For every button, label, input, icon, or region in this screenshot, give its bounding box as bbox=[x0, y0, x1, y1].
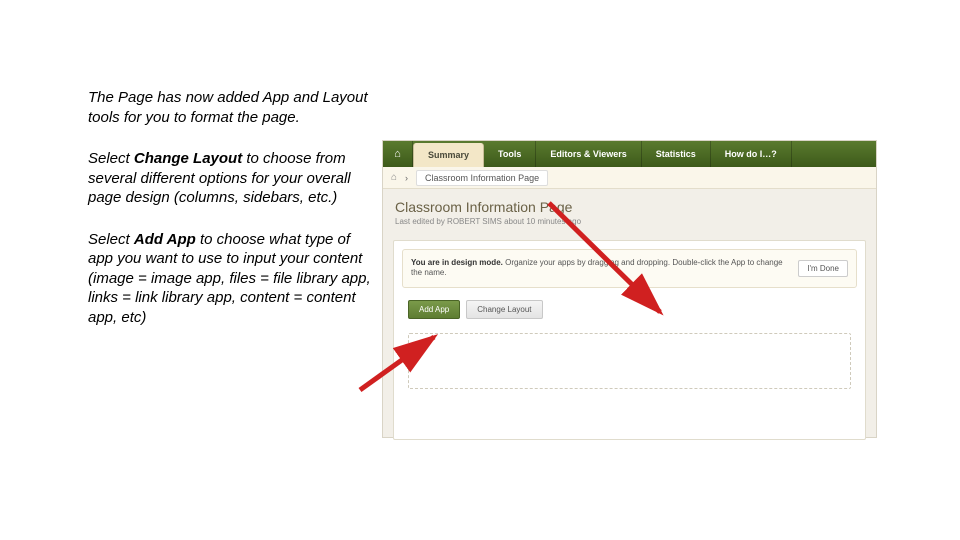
instruction-paragraph-2: Select Change Layout to choose from seve… bbox=[88, 149, 376, 208]
breadcrumb-separator: › bbox=[405, 173, 408, 183]
instruction-column: The Page has now added App and Layout to… bbox=[88, 88, 376, 349]
tab-editors-label: Editors & Viewers bbox=[550, 149, 626, 159]
page-title: Classroom Information Page bbox=[395, 199, 864, 215]
p2-bold: Change Layout bbox=[134, 150, 242, 167]
p3-bold: Add App bbox=[134, 231, 196, 248]
tab-summary[interactable]: Summary bbox=[413, 143, 484, 167]
breadcrumb-home-icon[interactable]: ⌂ bbox=[391, 172, 397, 183]
design-mode-bold: You are in design mode. bbox=[411, 258, 503, 267]
instruction-paragraph-1: The Page has now added App and Layout to… bbox=[88, 88, 376, 127]
p2-prefix: Select bbox=[88, 150, 134, 167]
change-layout-button[interactable]: Change Layout bbox=[466, 300, 542, 319]
design-mode-notice: You are in design mode. Organize your ap… bbox=[402, 249, 857, 288]
top-nav-bar: ⌂ Summary Tools Editors & Viewers Statis… bbox=[383, 141, 876, 167]
screenshot-panel: ⌂ Summary Tools Editors & Viewers Statis… bbox=[382, 140, 877, 438]
breadcrumb-bar: ⌂ › Classroom Information Page bbox=[383, 167, 876, 189]
main-content-panel: You are in design mode. Organize your ap… bbox=[393, 240, 866, 440]
app-drop-zone[interactable] bbox=[408, 333, 851, 389]
tab-editors[interactable]: Editors & Viewers bbox=[536, 141, 641, 167]
action-button-row: Add App Change Layout bbox=[394, 296, 865, 327]
tab-howdoi[interactable]: How do I…? bbox=[711, 141, 792, 167]
last-edited-text: Last edited by ROBERT SIMS about 10 minu… bbox=[395, 217, 864, 226]
p3-prefix: Select bbox=[88, 231, 134, 248]
im-done-button[interactable]: I'm Done bbox=[798, 260, 848, 277]
add-app-button[interactable]: Add App bbox=[408, 300, 460, 319]
home-icon: ⌂ bbox=[394, 148, 401, 160]
nav-home-button[interactable]: ⌂ bbox=[383, 141, 413, 167]
instruction-paragraph-3: Select Add App to choose what type of ap… bbox=[88, 230, 376, 328]
design-mode-message: You are in design mode. Organize your ap… bbox=[411, 258, 798, 279]
page-header: Classroom Information Page Last edited b… bbox=[383, 189, 876, 234]
tab-statistics-label: Statistics bbox=[656, 149, 696, 159]
tab-summary-label: Summary bbox=[428, 150, 469, 160]
tab-tools[interactable]: Tools bbox=[484, 141, 536, 167]
tab-statistics[interactable]: Statistics bbox=[642, 141, 711, 167]
tab-howdoi-label: How do I…? bbox=[725, 149, 777, 159]
breadcrumb-page[interactable]: Classroom Information Page bbox=[416, 170, 548, 186]
tab-tools-label: Tools bbox=[498, 149, 521, 159]
